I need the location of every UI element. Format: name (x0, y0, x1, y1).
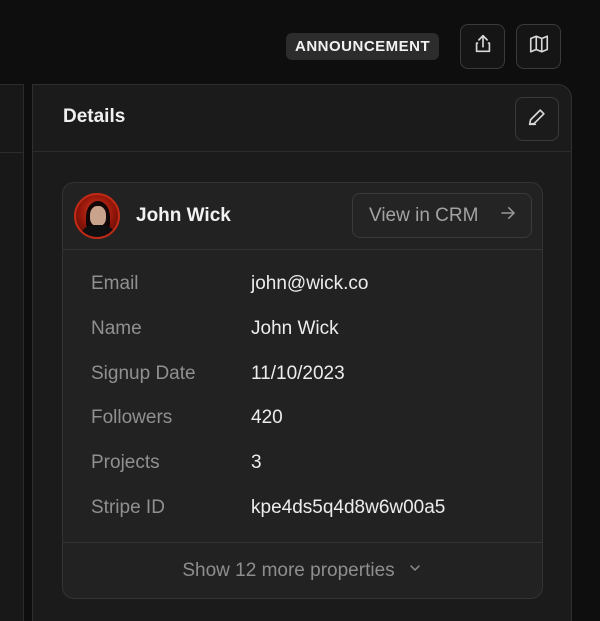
edit-button[interactable] (515, 97, 559, 141)
property-row-followers: Followers 420 (63, 404, 542, 449)
property-value[interactable]: 11/10/2023 (251, 360, 345, 388)
view-in-crm-button[interactable]: View in CRM (352, 193, 532, 238)
property-label: Stripe ID (91, 496, 165, 518)
property-label: Email (91, 273, 139, 294)
property-value[interactable]: 420 (251, 404, 283, 432)
contact-card-header: John Wick View in CRM (63, 183, 542, 250)
property-row-projects: Projects 3 (63, 449, 542, 494)
property-label: Projects (91, 452, 160, 474)
side-panel-divider (0, 152, 23, 153)
chevron-down-icon (407, 560, 423, 581)
property-row-signup-date: Signup Date 11/10/2023 (63, 360, 542, 405)
share-button[interactable] (460, 24, 505, 69)
announcement-badge[interactable]: ANNOUNCEMENT (286, 33, 440, 60)
show-more-properties-button[interactable]: Show 12 more properties (63, 542, 542, 598)
share-icon (472, 33, 494, 60)
avatar (74, 193, 120, 239)
property-value[interactable]: John Wick (251, 315, 339, 343)
property-label: Signup Date (91, 362, 196, 384)
map-icon (528, 33, 550, 60)
details-title: Details (63, 106, 126, 127)
view-in-crm-label: View in CRM (369, 204, 479, 226)
map-button[interactable] (516, 24, 561, 69)
app-window: ANNOUNCEMENT Details John Wick View in C… (0, 0, 600, 621)
property-value[interactable]: kpe4ds5q4d8w6w00a5 (251, 494, 445, 522)
contact-card: John Wick View in CRM Email john@wick.co (62, 182, 543, 599)
details-header: Details (33, 85, 571, 152)
side-panel (0, 84, 24, 621)
property-row-stripe-id: Stripe ID kpe4ds5q4d8w6w00a5 (63, 494, 542, 539)
property-list: Email john@wick.co Name John Wick Signup… (63, 250, 542, 539)
property-value[interactable]: john@wick.co (251, 270, 369, 298)
property-row-email: Email john@wick.co (63, 270, 542, 315)
details-panel: Details John Wick View in CRM Email john… (32, 84, 572, 621)
property-row-name: Name John Wick (63, 315, 542, 360)
property-label: Followers (91, 407, 173, 429)
property-value[interactable]: 3 (251, 449, 262, 477)
property-label: Name (91, 317, 142, 339)
pencil-icon (526, 106, 548, 133)
arrow-right-icon (499, 204, 517, 227)
show-more-label: Show 12 more properties (182, 559, 395, 581)
contact-name: John Wick (136, 205, 231, 226)
